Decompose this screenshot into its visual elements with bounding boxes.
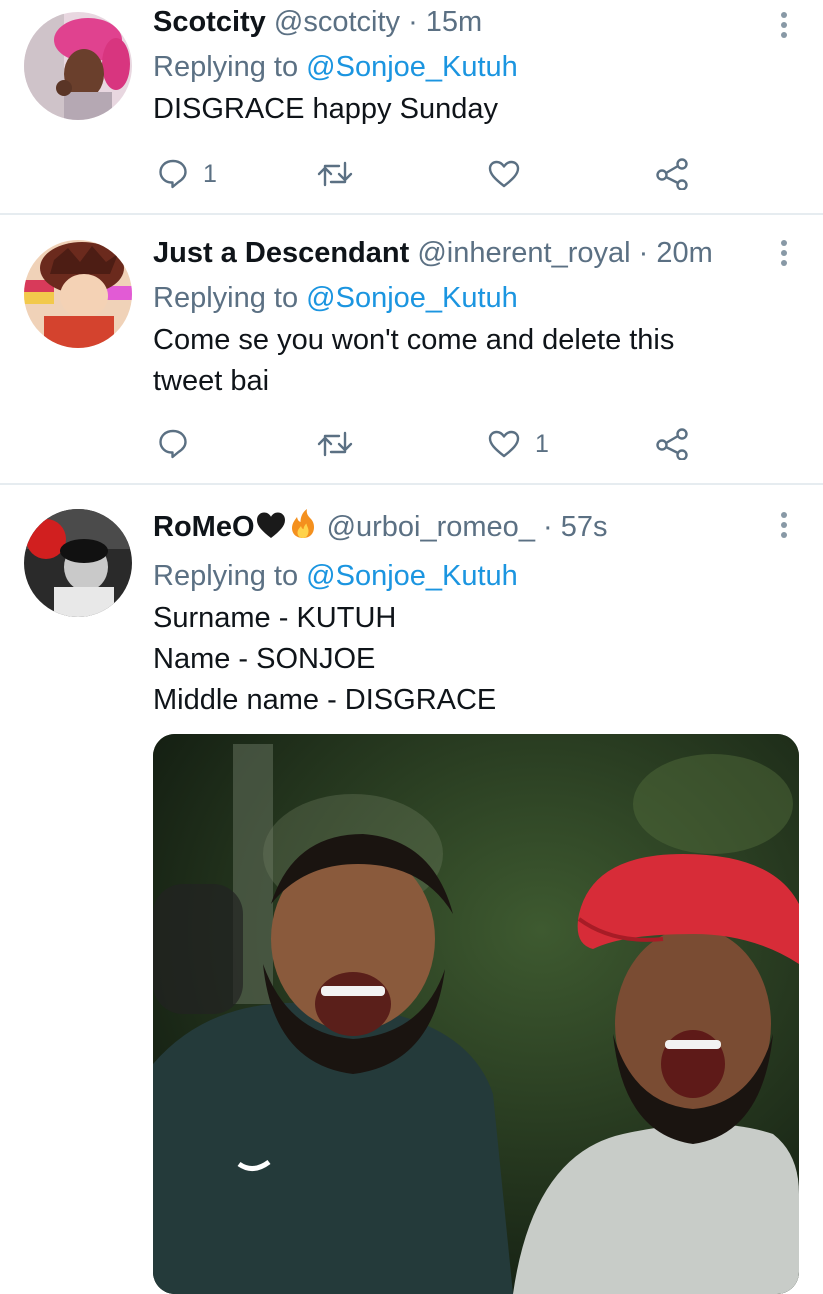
fire-icon [287,508,319,549]
tweet-actions: 1 [153,154,713,194]
avatar[interactable] [24,12,132,120]
reply-button[interactable]: 1 [157,154,217,194]
replying-to-label: Replying to [153,560,307,592]
tweet-header: Just a Descendant @inherent_royal · 20m [153,235,793,271]
share-icon [656,158,688,190]
more-icon[interactable] [779,12,789,42]
mention-link[interactable]: @Sonjoe_Kutuh [306,560,518,592]
separator: · [400,6,426,38]
tweet-media-photo[interactable] [153,734,799,1294]
replying-to: Replying to @Sonjoe_Kutuh [153,280,793,316]
tweet-actions: 1 [153,424,713,464]
tweet[interactable]: RoMeO @urboi_romeo_ · 57s Replying to @S… [0,484,823,1294]
black-heart-icon [255,510,287,549]
tweet[interactable]: Just a Descendant @inherent_royal · 20m … [0,215,823,483]
retweet-button[interactable] [317,424,367,464]
avatar[interactable] [24,509,132,617]
tweet-header: Scotcity @scotcity · 15m [153,4,793,40]
share-icon [656,428,688,460]
like-button[interactable]: 1 [487,424,549,464]
handle[interactable]: @urboi_romeo_ [327,511,535,543]
tweet-header: RoMeO @urboi_romeo_ · 57s [153,508,793,549]
tweet-text: DISGRACE happy Sunday [153,93,498,125]
timestamp[interactable]: 20m [656,237,712,269]
like-icon [488,430,520,458]
replying-to-label: Replying to [153,51,307,83]
like-count: 1 [535,429,549,458]
retweet-icon [317,431,353,457]
separator: · [534,511,561,543]
retweet-icon [317,161,353,187]
separator: · [630,237,657,269]
like-button[interactable] [487,154,535,194]
retweet-button[interactable] [317,154,367,194]
share-button[interactable] [655,154,689,194]
replying-to: Replying to @Sonjoe_Kutuh [153,49,793,85]
timestamp[interactable]: 15m [426,6,482,38]
display-name[interactable]: Just a Descendant [153,237,409,269]
like-icon [488,160,520,188]
tweet-text: Come se you won't come and delete this t… [153,324,675,397]
reply-button[interactable] [157,424,203,464]
display-name[interactable]: Scotcity [153,6,266,38]
replying-to-label: Replying to [153,282,307,314]
reply-count: 1 [203,159,217,188]
mention-link[interactable]: @Sonjoe_Kutuh [306,51,518,83]
tweet[interactable]: Scotcity @scotcity · 15m Replying to @So… [0,0,823,214]
avatar[interactable] [24,240,132,348]
display-name[interactable]: RoMeO [153,511,255,543]
more-icon[interactable] [779,240,789,270]
timestamp[interactable]: 57s [561,511,608,543]
handle[interactable]: @scotcity [274,6,400,38]
more-icon[interactable] [779,512,789,542]
mention-link[interactable]: @Sonjoe_Kutuh [306,282,518,314]
reply-icon [159,429,187,459]
tweet-text: Surname - KUTUH Name - SONJOE Middle nam… [153,602,497,716]
replying-to: Replying to @Sonjoe_Kutuh [153,558,793,594]
reply-icon [159,159,187,189]
handle[interactable]: @inherent_royal [417,237,630,269]
share-button[interactable] [655,424,689,464]
